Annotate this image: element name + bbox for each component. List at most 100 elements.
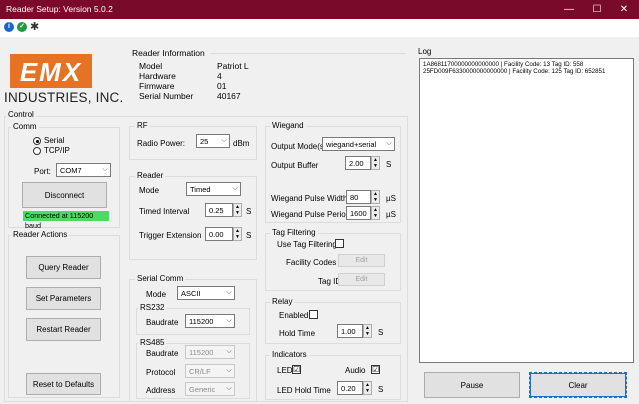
led-hold-input[interactable]: 0.20 <box>337 381 363 395</box>
disconnect-button[interactable]: Disconnect <box>22 182 107 208</box>
trigger-extension-spinner[interactable]: ▲ ▼ <box>233 227 242 241</box>
log-line: 25FD009F6330000000000000 | Facility Code… <box>423 68 606 75</box>
chevron-down-icon: ⌵ <box>221 137 227 144</box>
reader-mode-select[interactable]: Timed ⌵ <box>186 182 241 196</box>
log-textbox[interactable]: 1A86811700000000000000 | Facility Code: … <box>419 58 634 363</box>
relay-hold-input[interactable]: 1.00 <box>337 324 363 338</box>
hardware-value: 4 <box>217 71 222 81</box>
model-label: Model <box>139 61 163 71</box>
rs232-title: RS232 <box>138 303 167 312</box>
serial-radio[interactable] <box>33 137 41 145</box>
audio-checkbox[interactable]: ☑ <box>371 365 380 374</box>
protocol-label: Protocol <box>146 368 176 377</box>
audio-label: Audio <box>345 366 366 375</box>
firmware-label: Firmware <box>139 81 175 91</box>
pause-button[interactable]: Pause <box>424 372 520 398</box>
pulse-period-unit: µS <box>386 210 396 219</box>
tag-ids-edit-button[interactable]: Edit <box>338 273 385 286</box>
window-title: Reader Setup: Version 5.0.2 <box>6 4 113 14</box>
rs232-baud-select[interactable]: 115200 ⌵ <box>185 314 235 328</box>
relay-hold-label: Hold Time <box>279 329 316 338</box>
port-select[interactable]: COM7 ⌵ <box>56 163 111 177</box>
chevron-down-icon: ⌵ <box>226 317 232 324</box>
query-reader-button[interactable]: Query Reader <box>26 256 101 279</box>
serial-comm-title: Serial Comm <box>135 274 186 283</box>
reset-defaults-button[interactable]: Reset to Defaults <box>26 373 101 395</box>
trigger-extension-unit: S <box>246 231 252 240</box>
led-hold-label: LED Hold Time <box>277 386 331 395</box>
output-buffer-spinner[interactable]: ▲ ▼ <box>371 156 380 170</box>
restart-reader-button[interactable]: Restart Reader <box>26 318 101 341</box>
trigger-extension-input[interactable]: 0.00 <box>205 227 233 241</box>
timed-interval-input[interactable]: 0.25 <box>205 203 233 217</box>
reader-info-title: Reader Information <box>132 48 205 58</box>
facility-codes-label: Facility Codes <box>286 258 337 267</box>
led-hold-spinner[interactable]: ▲ ▼ <box>363 381 372 395</box>
serial-number-label: Serial Number <box>139 91 194 101</box>
dbm-unit: dBm <box>233 139 250 148</box>
serial-mode-label: Mode <box>146 290 167 299</box>
output-buffer-input[interactable]: 2.00 <box>345 156 371 170</box>
control-title: Control <box>6 110 36 119</box>
relay-enabled-checkbox[interactable] <box>309 310 318 319</box>
wiegand-title: Wiegand <box>270 121 306 130</box>
log-line: 1A86811700000000000000 | Facility Code: … <box>423 61 584 68</box>
output-mode-label: Output Mode(s) <box>271 142 327 151</box>
relay-hold-unit: S <box>378 328 384 337</box>
port-label: Port: <box>34 167 51 176</box>
tcpip-label: TCP/IP <box>44 146 70 155</box>
timed-interval-label: Timed Interval <box>139 207 190 216</box>
check-icon[interactable]: ✓ <box>17 22 27 32</box>
pulse-width-input[interactable]: 80 <box>346 190 371 204</box>
protocol-select[interactable]: CR/LF ⌵ <box>185 364 235 378</box>
clear-button[interactable]: Clear <box>529 372 627 398</box>
company-name: INDUSTRIES, INC. <box>4 90 124 105</box>
rs485-baud-label: Baudrate <box>146 349 179 358</box>
reader-mode-label: Mode <box>139 186 160 195</box>
set-parameters-button[interactable]: Set Parameters <box>26 287 101 310</box>
relay-title: Relay <box>270 297 295 306</box>
output-mode-select[interactable]: wiegand+serial ⌵ <box>322 137 395 151</box>
reader-title: Reader <box>135 171 166 180</box>
serial-mode-select[interactable]: ASCII ⌵ <box>177 286 235 300</box>
facility-codes-edit-button[interactable]: Edit <box>338 254 385 267</box>
address-label: Address <box>146 386 176 395</box>
radio-power-label: Radio Power: <box>137 139 186 148</box>
led-label: LED <box>277 366 293 375</box>
pulse-width-spinner[interactable]: ▲ ▼ <box>371 190 380 204</box>
address-select[interactable]: Generic ⌵ <box>185 382 235 396</box>
led-hold-unit: S <box>378 385 384 394</box>
pulse-width-unit: µS <box>386 194 396 203</box>
maximize-button[interactable]: ☐ <box>583 0 611 19</box>
radio-power-select[interactable]: 25 ⌵ <box>196 134 230 148</box>
chevron-down-icon: ⌵ <box>226 367 232 374</box>
comm-title: Comm <box>11 122 39 131</box>
rs485-baud-select[interactable]: 115200 ⌵ <box>185 345 235 359</box>
relay-hold-spinner[interactable]: ▲ ▼ <box>363 324 372 338</box>
pulse-period-input[interactable]: 1600 <box>346 206 371 220</box>
timed-interval-unit: S <box>246 207 252 216</box>
toolbar-icons: i ✓ ✱ <box>4 20 44 34</box>
pulse-period-label: Wiegand Pulse Period <box>271 210 351 219</box>
chevron-down-icon: ⌵ <box>232 185 238 192</box>
pulse-period-spinner[interactable]: ▲ ▼ <box>371 206 380 220</box>
settings-icon[interactable]: ✱ <box>30 20 39 33</box>
timed-interval-spinner[interactable]: ▲ ▼ <box>233 203 242 217</box>
serial-mode-value: ASCII <box>181 288 201 298</box>
led-checkbox[interactable]: ☑ <box>292 365 301 374</box>
chevron-down-icon: ⌵ <box>226 289 232 296</box>
chevron-down-icon: ⌵ <box>226 348 232 355</box>
tcpip-radio[interactable] <box>33 147 41 155</box>
address-value: Generic <box>189 384 216 394</box>
model-value: Patriot L <box>217 61 249 71</box>
use-tag-filtering-checkbox[interactable] <box>335 239 344 248</box>
reader-info-table: Model Patriot L Hardware 4 Firmware 01 Seri… <box>139 61 289 101</box>
use-tag-filtering-label: Use Tag Filtering <box>277 240 337 249</box>
reader-info-divider <box>210 53 406 54</box>
connection-status: Connected at 115200 baud <box>23 211 109 230</box>
chevron-down-icon: ⌵ <box>102 166 108 173</box>
minimize-button[interactable]: — <box>555 0 583 19</box>
close-button[interactable]: ✕ <box>610 0 638 19</box>
info-icon[interactable]: i <box>4 22 14 32</box>
rs232-baud-label: Baudrate <box>146 318 179 327</box>
